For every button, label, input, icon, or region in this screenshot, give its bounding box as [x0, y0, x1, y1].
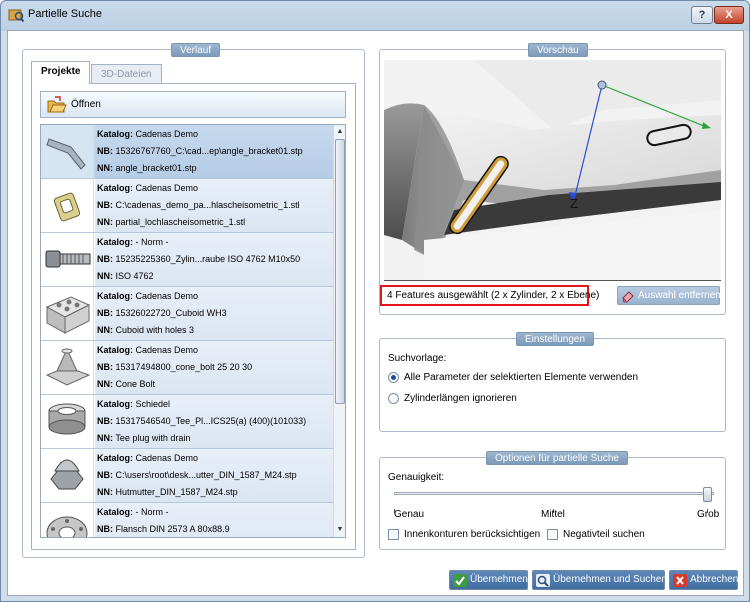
- open-folder-icon: [47, 96, 67, 113]
- item-info: Katalog: Cadenas Demo NB: C:\users\root\d…: [95, 449, 334, 502]
- item-nb: NB: 15317546540_Tee_Pl...ICS25(a) (400)(…: [97, 416, 307, 426]
- title-bar: Partielle Suche ? X: [1, 1, 749, 29]
- plate-with-slot-thumbnail: [41, 179, 94, 232]
- item-info: Katalog: Cadenas Demo NB: C:\cadenas_demo…: [95, 179, 334, 232]
- item-nn: NN: partial_lochlascheisometric_1.stl: [97, 217, 246, 227]
- history-scrollbar[interactable]: ▲ ▼: [333, 125, 345, 537]
- bracket-3d-model: Z: [384, 60, 721, 281]
- radio-all-parameters-label[interactable]: Alle Parameter der selektierten Elemente…: [404, 372, 638, 383]
- radio-ignore-cylinder-length-label[interactable]: Zylinderlängen ignorieren: [404, 393, 517, 404]
- list-item[interactable]: Katalog: - Norm - NB: Flansch DIN 2573 A …: [41, 503, 334, 537]
- item-catalog: Katalog: Cadenas Demo: [97, 453, 199, 463]
- selection-status: 4 Features ausgewählt (2 x Zylinder, 2 x…: [380, 285, 599, 306]
- accuracy-slider-track[interactable]: [394, 492, 714, 495]
- inner-contours-checkbox[interactable]: [388, 529, 399, 540]
- scroll-thumb[interactable]: [335, 139, 345, 404]
- accuracy-slider-thumb[interactable]: [703, 487, 712, 502]
- item-catalog: Katalog: Cadenas Demo: [97, 183, 199, 193]
- item-info: Katalog: Cadenas Demo NB: 15317494800_con…: [95, 341, 334, 394]
- options-group-title: Optionen für partielle Suche: [486, 451, 628, 465]
- list-item[interactable]: Katalog: - Norm - NB: 15235225360_Zylin..…: [41, 233, 334, 287]
- item-nb: NB: 15317494800_cone_bolt 25 20 30: [97, 362, 253, 372]
- slider-label-grob: Grob: [697, 509, 720, 520]
- tab-3d-files[interactable]: 3D-Dateien: [91, 64, 162, 85]
- apply-and-search-label: Übernehmen und Suchen: [553, 574, 667, 585]
- negative-part-label[interactable]: Negativteil suchen: [563, 529, 645, 540]
- scroll-down-icon[interactable]: ▼: [335, 524, 345, 536]
- list-item[interactable]: Katalog: Schiedel NB: 15317546540_Tee_Pl.…: [41, 395, 334, 449]
- window-title: Partielle Suche: [28, 8, 102, 20]
- slider-label-mittel: Mittel: [541, 509, 565, 520]
- apply-button[interactable]: Übernehmen: [449, 570, 528, 590]
- radio-ignore-cylinder-length[interactable]: [388, 393, 399, 404]
- item-nb: NB: C:\cadenas_demo_pa...hlascheisometri…: [97, 200, 300, 210]
- item-nb: NB: 15326767760_C:\cad...ep\angle_bracke…: [97, 146, 303, 156]
- apply-and-search-button[interactable]: Übernehmen und Suchen: [532, 570, 667, 590]
- item-nb: NB: 15326022720_Cuboid WH3: [97, 308, 227, 318]
- item-info: Katalog: Schiedel NB: 15317546540_Tee_Pl.…: [95, 395, 334, 448]
- preview-group-title: Vorschau: [528, 43, 588, 57]
- settings-group-title: Einstellungen: [516, 332, 595, 346]
- item-info: Katalog: Cadenas Demo NB: 15326767760_C:\…: [95, 125, 334, 178]
- item-nb: NB: 15235225360_Zylin...raube ISO 4762 M…: [97, 254, 301, 264]
- partial-search-dialog: Partielle Suche ? X Verlauf Projekte 3D-…: [0, 0, 750, 602]
- item-nn: NN: ISO 4762: [97, 271, 154, 281]
- item-info: Katalog: - Norm - NB: Flansch DIN 2573 A …: [95, 503, 334, 537]
- accuracy-label: Genauigkeit:: [388, 472, 445, 483]
- open-button-label: Öffnen: [71, 99, 101, 110]
- clear-selection-button[interactable]: Auswahl entfernen: [617, 286, 721, 305]
- app-icon: [8, 9, 24, 23]
- item-info: Katalog: - Norm - NB: 15235225360_Zylin..…: [95, 233, 334, 286]
- item-nn: NN: Hutmutter_DIN_1587_M24.stp: [97, 487, 238, 497]
- history-group-title: Verlauf: [171, 43, 221, 57]
- cone-bolt-thumbnail: [41, 341, 94, 394]
- history-list[interactable]: Katalog: Cadenas Demo NB: 15326767760_C:\…: [40, 124, 346, 538]
- scroll-up-icon[interactable]: ▲: [335, 126, 345, 138]
- item-nn: NN: Tee plug with drain: [97, 433, 191, 443]
- list-item[interactable]: Katalog: Cadenas Demo NB: C:\users\root\d…: [41, 449, 334, 503]
- item-info: Katalog: Cadenas Demo NB: 15326022720_Cub…: [95, 287, 334, 340]
- open-button[interactable]: Öffnen: [40, 91, 346, 118]
- item-catalog: Katalog: Cadenas Demo: [97, 291, 199, 301]
- tee-plug-thumbnail: [41, 395, 94, 448]
- item-nb: NB: C:\users\root\desk...utter_DIN_1587_…: [97, 470, 297, 480]
- preview-viewport[interactable]: Z: [384, 60, 721, 281]
- clear-selection-label: Auswahl entfernen: [638, 290, 721, 301]
- cancel-button[interactable]: Abbrechen: [669, 570, 738, 590]
- cancel-button-label: Abbrechen: [690, 574, 739, 585]
- help-button[interactable]: ?: [691, 6, 713, 24]
- inner-contours-label[interactable]: Innenkonturen berücksichtigen: [404, 529, 540, 540]
- item-catalog: Katalog: Cadenas Demo: [97, 345, 199, 355]
- item-nb: NB: Flansch DIN 2573 A 80x88.9: [97, 524, 230, 534]
- item-nn: NN: Cuboid with holes 3: [97, 325, 195, 335]
- angle-bracket-thumbnail: [41, 125, 94, 178]
- item-catalog: Katalog: - Norm -: [97, 507, 169, 517]
- flange-thumbnail: [41, 503, 94, 537]
- list-item[interactable]: Katalog: Cadenas Demo NB: 15317494800_con…: [41, 341, 334, 395]
- apply-search-icon: [536, 574, 550, 587]
- cancel-x-icon: [673, 574, 687, 587]
- eraser-icon: [622, 291, 634, 303]
- slider-label-genau: Genau: [394, 509, 425, 520]
- cuboid-with-holes-thumbnail: [41, 287, 94, 340]
- list-item[interactable]: Katalog: Cadenas Demo NB: 15326767760_C:\…: [41, 125, 334, 179]
- close-button[interactable]: X: [714, 6, 744, 24]
- preview-divider: [384, 280, 721, 281]
- radio-all-parameters[interactable]: [388, 372, 399, 383]
- tab-projects[interactable]: Projekte: [31, 61, 91, 84]
- checkmark-icon: [453, 574, 467, 587]
- apply-button-label: Übernehmen: [470, 574, 528, 585]
- item-nn: NN: angle_bracket01.stp: [97, 163, 197, 173]
- negative-part-checkbox[interactable]: [547, 529, 558, 540]
- cap-nut-thumbnail: [41, 449, 94, 502]
- item-catalog: Katalog: - Norm -: [97, 237, 169, 247]
- item-catalog: Katalog: Schiedel: [97, 399, 171, 409]
- list-item[interactable]: Katalog: Cadenas Demo NB: C:\cadenas_demo…: [41, 179, 334, 233]
- item-nn: NN: Cone Bolt: [97, 379, 156, 389]
- axis-z-label: Z: [570, 196, 578, 211]
- item-catalog: Katalog: Cadenas Demo: [97, 129, 199, 139]
- template-label: Suchvorlage:: [388, 353, 447, 364]
- list-item[interactable]: Katalog: Cadenas Demo NB: 15326022720_Cub…: [41, 287, 334, 341]
- cylinder-screw-thumbnail: [41, 233, 94, 286]
